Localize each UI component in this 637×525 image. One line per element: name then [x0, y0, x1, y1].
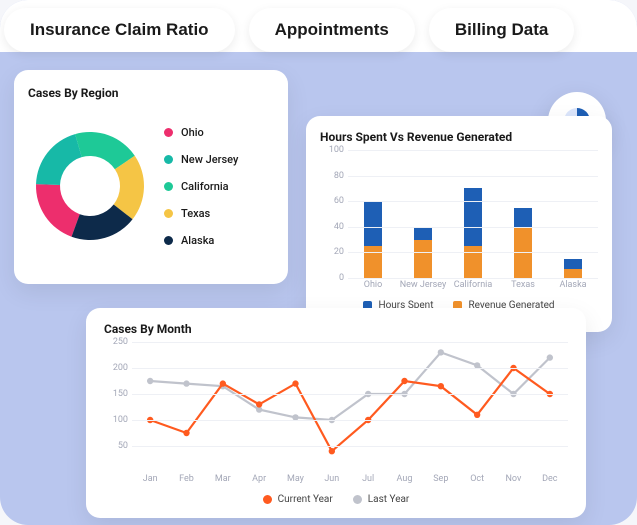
cases-by-month-title: Cases By Month [104, 322, 568, 336]
legend-item-ohio: Ohio [164, 119, 274, 146]
x-tick-label: Apr [241, 474, 277, 492]
y-tick-label: 200 [113, 363, 128, 373]
legend-label: New Jersey [181, 153, 238, 166]
y-tick-label: 100 [329, 145, 344, 155]
legend-label: Texas [181, 207, 210, 220]
legend-dot-icon [164, 128, 173, 137]
x-tick-label: Aug [386, 474, 422, 492]
bar-chart [348, 150, 598, 278]
bar-segment-revenue [464, 246, 482, 278]
tab-billing-data[interactable]: Billing Data [429, 8, 575, 52]
y-tick-label: 100 [113, 415, 128, 425]
legend-label: Ohio [181, 126, 204, 139]
y-tick-label: 0 [339, 273, 344, 283]
x-tick-label: May [277, 474, 313, 492]
x-tick-label: Feb [168, 474, 204, 492]
line-legend: Current Year Last Year [104, 494, 568, 505]
legend-item-alaska: Alaska [164, 227, 274, 254]
x-tick-label: Nov [495, 474, 531, 492]
donut-chart [28, 106, 158, 266]
bar-segment-hours [364, 201, 382, 246]
legend-item-new-jersey: New Jersey [164, 146, 274, 173]
y-tick-label: 40 [334, 222, 344, 232]
legend-label: California [181, 180, 229, 193]
x-tick-label: Sep [423, 474, 459, 492]
x-tick-label: Dec [532, 474, 568, 492]
bar-segment-revenue [364, 246, 382, 278]
legend-item-current-year: Current Year [263, 494, 333, 505]
x-tick-label: Alaska [548, 280, 598, 298]
x-tick-label: California [448, 280, 498, 298]
legend-dot-icon [164, 182, 173, 191]
bar-segment-revenue [414, 240, 432, 278]
legend-item-last-year: Last Year [353, 494, 410, 505]
x-tick-label: Mar [205, 474, 241, 492]
y-tick-label: 250 [113, 337, 128, 347]
y-tick-label: 50 [118, 441, 128, 451]
y-tick-label: 20 [334, 247, 344, 257]
y-tick-label: 60 [334, 196, 344, 206]
bar-segment-hours [414, 227, 432, 240]
legend-dot-icon [164, 155, 173, 164]
legend-item-texas: Texas [164, 200, 274, 227]
cases-by-region-card: Cases By Region Ohio New Jersey Californ… [14, 70, 288, 284]
cases-by-region-title: Cases By Region [28, 86, 274, 100]
legend-label: Alaska [181, 234, 214, 247]
x-tick-label: Jul [350, 474, 386, 492]
bar-segment-hours [564, 259, 582, 269]
cases-by-month-card: Cases By Month 50100150200250 JanFebMarA… [86, 308, 586, 518]
legend-dot-icon [164, 209, 173, 218]
bar-segment-hours [464, 188, 482, 246]
tab-insurance-claim-ratio[interactable]: Insurance Claim Ratio [4, 8, 235, 52]
legend-label: Current Year [278, 494, 333, 505]
tab-bar: Insurance Claim Ratio Appointments Billi… [0, 0, 637, 52]
x-tick-label: Oct [459, 474, 495, 492]
x-tick-label: Ohio [348, 280, 398, 298]
hours-vs-revenue-card: Hours Spent Vs Revenue Generated 0 20 40 60… [306, 116, 612, 332]
x-tick-label: Jun [314, 474, 350, 492]
legend-dot-icon [263, 495, 272, 504]
tab-appointments[interactable]: Appointments [249, 8, 415, 52]
region-legend: Ohio New Jersey California Texas Alaska [158, 119, 274, 254]
legend-item-california: California [164, 173, 274, 200]
legend-label: Last Year [368, 494, 410, 505]
bar-segment-hours [514, 208, 532, 227]
legend-dot-icon [164, 236, 173, 245]
line-chart [132, 342, 568, 472]
x-tick-label: Texas [498, 280, 548, 298]
legend-dot-icon [353, 495, 362, 504]
x-tick-label: New Jersey [398, 280, 448, 298]
y-tick-label: 150 [113, 389, 128, 399]
y-tick-label: 80 [334, 171, 344, 181]
hours-vs-revenue-title: Hours Spent Vs Revenue Generated [320, 130, 598, 144]
x-tick-label: Jan [132, 474, 168, 492]
bar-segment-revenue [564, 269, 582, 278]
